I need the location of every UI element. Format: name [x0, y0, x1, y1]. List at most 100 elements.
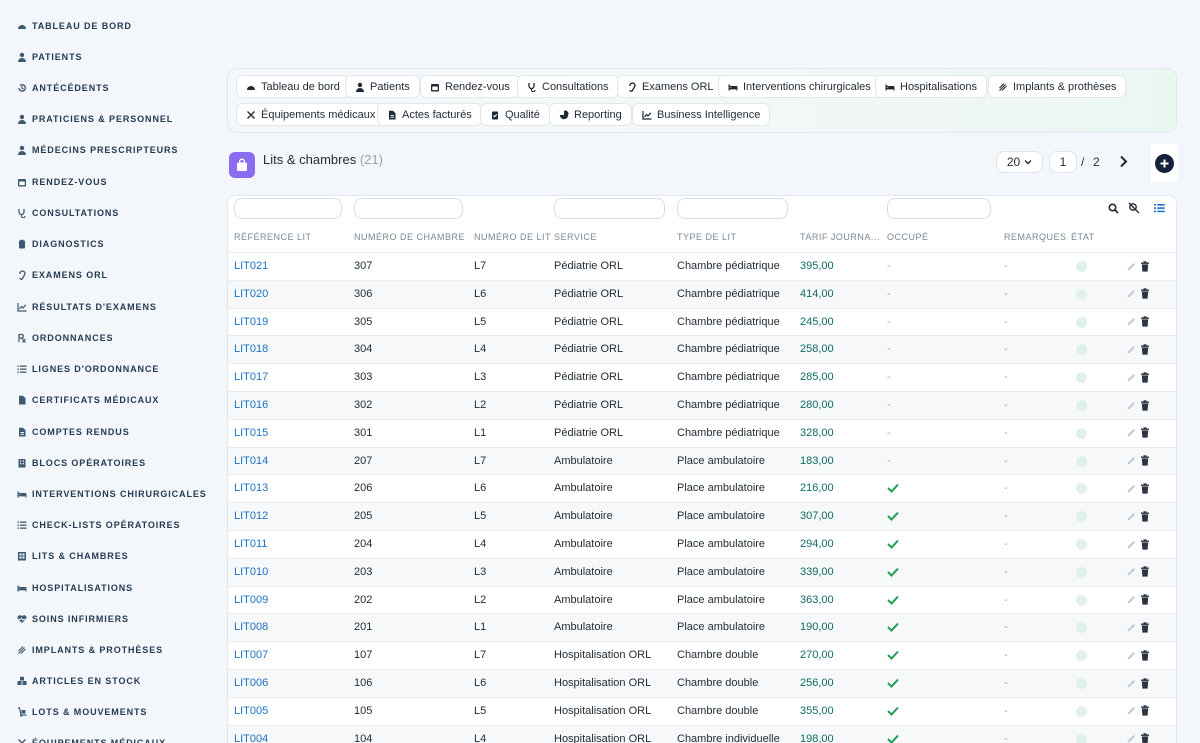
edit-icon[interactable]: [1125, 427, 1137, 439]
table-row[interactable]: LIT018 304 L4 Pédiatrie ORL Chambre pédiatri…: [228, 335, 1176, 364]
table-row[interactable]: LIT009 202 L2 Ambulatoire Place ambulatoire 3…: [228, 585, 1176, 614]
edit-icon[interactable]: [1125, 649, 1137, 661]
bed-reference-link[interactable]: LIT006: [234, 677, 268, 689]
table-row[interactable]: LIT012 205 L5 Ambulatoire Place ambulatoire 3…: [228, 502, 1176, 531]
edit-icon[interactable]: [1125, 733, 1137, 743]
delete-icon[interactable]: [1139, 510, 1151, 522]
module-chip-interventions-chirurgicales[interactable]: Interventions chirurgicales: [718, 75, 881, 98]
delete-icon[interactable]: [1139, 538, 1151, 550]
table-row[interactable]: LIT013 206 L6 Ambulatoire Place ambulatoire 2…: [228, 474, 1176, 503]
delete-icon[interactable]: [1139, 371, 1151, 383]
table-row[interactable]: LIT014 207 L7 Ambulatoire Place ambulatoire 1…: [228, 446, 1176, 475]
sidebar-item-blocs-op-ratoires[interactable]: BLOCS OPÉRATOIRES: [16, 453, 146, 473]
sidebar-item-ant-c-dents[interactable]: ANTÉCÉDENTS: [16, 78, 109, 98]
bed-reference-link[interactable]: LIT007: [234, 649, 268, 661]
bed-reference-link[interactable]: LIT008: [234, 621, 268, 633]
edit-icon[interactable]: [1125, 371, 1137, 383]
bed-reference-link[interactable]: LIT017: [234, 371, 268, 383]
bed-reference-link[interactable]: LIT015: [234, 427, 268, 439]
sidebar-item-diagnostics[interactable]: DIAGNOSTICS: [16, 234, 104, 254]
bed-reference-link[interactable]: LIT013: [234, 482, 268, 494]
column-header[interactable]: OCCUPÉ: [887, 232, 929, 242]
table-row[interactable]: LIT010 203 L3 Ambulatoire Place ambulatoire 3…: [228, 557, 1176, 586]
sidebar-item-lits-chambres[interactable]: LITS & CHAMBRES: [16, 546, 129, 566]
delete-icon[interactable]: [1139, 399, 1151, 411]
filter-reference-input[interactable]: [234, 198, 342, 219]
delete-icon[interactable]: [1139, 677, 1151, 689]
edit-icon[interactable]: [1125, 538, 1137, 550]
column-header[interactable]: TARIF JOURNA...: [800, 232, 880, 242]
bed-reference-link[interactable]: LIT011: [234, 538, 267, 550]
delete-icon[interactable]: [1139, 455, 1151, 467]
delete-icon[interactable]: [1139, 566, 1151, 578]
sidebar-item-quipements-m-dicaux[interactable]: ÉQUIPEMENTS MÉDICAUX: [16, 733, 166, 743]
sidebar-item-rendez-vous[interactable]: RENDEZ-VOUS: [16, 172, 107, 192]
sidebar-item-articles-en-stock[interactable]: ARTICLES EN STOCK: [16, 671, 141, 691]
delete-icon[interactable]: [1139, 316, 1151, 328]
sidebar-item-certificats-m-dicaux[interactable]: CERTIFICATS MÉDICAUX: [16, 390, 159, 410]
delete-icon[interactable]: [1139, 594, 1151, 606]
add-record-button[interactable]: [1155, 153, 1174, 173]
sidebar-item-interventions-chirurgicales[interactable]: INTERVENTIONS CHIRURGICALES: [16, 484, 207, 504]
edit-icon[interactable]: [1125, 566, 1137, 578]
module-chip-examens-orl[interactable]: Examens ORL: [617, 75, 724, 98]
edit-icon[interactable]: [1125, 343, 1137, 355]
clear-filter-icon[interactable]: [1127, 201, 1141, 215]
edit-icon[interactable]: [1125, 288, 1137, 300]
edit-icon[interactable]: [1125, 705, 1137, 717]
sidebar-item-tableau-de-bord[interactable]: TABLEAU DE BORD: [16, 16, 132, 36]
filter-service-input[interactable]: [554, 198, 665, 219]
bed-reference-link[interactable]: LIT021: [234, 260, 268, 272]
module-chip-hospitalisations[interactable]: Hospitalisations: [875, 75, 988, 98]
table-row[interactable]: LIT011 204 L4 Ambulatoire Place ambulatoire 2…: [228, 530, 1176, 558]
bed-reference-link[interactable]: LIT004: [234, 733, 268, 743]
sidebar-item-praticiens-personnel[interactable]: PRATICIENS & PERSONNEL: [16, 109, 173, 129]
delete-icon[interactable]: [1139, 427, 1151, 439]
sidebar-item-r-sultats-d-examens[interactable]: RÉSULTATS D'EXAMENS: [16, 297, 157, 317]
module-chip-reporting[interactable]: Reporting: [549, 103, 632, 126]
column-header[interactable]: NUMÉRO DE CHAMBRE: [354, 232, 465, 242]
edit-icon[interactable]: [1125, 316, 1137, 328]
delete-icon[interactable]: [1139, 621, 1151, 633]
delete-icon[interactable]: [1139, 343, 1151, 355]
table-row[interactable]: LIT004 104 L4 Hospitalisation ORL Chambre in…: [228, 724, 1176, 743]
delete-icon[interactable]: [1139, 733, 1151, 743]
sidebar-item-m-decins-prescripteurs[interactable]: MÉDECINS PRESCRIPTEURS: [16, 140, 178, 160]
bed-reference-link[interactable]: LIT014: [234, 455, 268, 467]
table-row[interactable]: LIT007 107 L7 Hospitalisation ORL Chambre do…: [228, 641, 1176, 670]
bed-reference-link[interactable]: LIT016: [234, 399, 268, 411]
edit-icon[interactable]: [1125, 399, 1137, 411]
delete-icon[interactable]: [1139, 260, 1151, 272]
table-row[interactable]: LIT008 201 L1 Ambulatoire Place ambulatoire 1…: [228, 613, 1176, 642]
table-row[interactable]: LIT019 305 L5 Pédiatrie ORL Chambre pédiatri…: [228, 307, 1176, 336]
column-header[interactable]: ÉTAT: [1071, 232, 1095, 242]
bed-reference-link[interactable]: LIT018: [234, 343, 268, 355]
delete-icon[interactable]: [1139, 649, 1151, 661]
sidebar-item-patients[interactable]: PATIENTS: [16, 47, 82, 67]
bed-reference-link[interactable]: LIT005: [234, 705, 268, 717]
table-row[interactable]: LIT017 303 L3 Pédiatrie ORL Chambre pédiatri…: [228, 363, 1176, 392]
module-chip-tableau-de-bord[interactable]: Tableau de bord: [236, 75, 350, 98]
bed-reference-link[interactable]: LIT010: [234, 566, 268, 578]
delete-icon[interactable]: [1139, 705, 1151, 717]
column-header[interactable]: RÉFÉRENCE LIT: [234, 232, 312, 242]
module-chip-equipements-medicaux[interactable]: Équipements médicaux: [236, 103, 386, 126]
table-row[interactable]: LIT020 306 L6 Pédiatrie ORL Chambre pédiatri…: [228, 279, 1176, 308]
search-icon[interactable]: [1106, 201, 1120, 215]
sidebar-item-implants-proth-ses[interactable]: IMPLANTS & PROTHÈSES: [16, 640, 163, 660]
module-chip-consultations[interactable]: Consultations: [517, 75, 619, 98]
filter-occupe-input[interactable]: [887, 198, 991, 219]
column-header[interactable]: SERVICE: [554, 232, 597, 242]
table-row[interactable]: LIT021 307 L7 Pédiatrie ORL Chambre pédiatri…: [228, 252, 1176, 280]
table-row[interactable]: LIT005 105 L5 Hospitalisation ORL Chambre do…: [228, 696, 1176, 725]
module-chip-actes-factures[interactable]: Actes facturés: [377, 103, 482, 126]
current-page-input[interactable]: 1: [1049, 151, 1077, 173]
bed-reference-link[interactable]: LIT009: [234, 594, 268, 606]
table-row[interactable]: LIT016 302 L2 Pédiatrie ORL Chambre pédiatri…: [228, 391, 1176, 419]
delete-icon[interactable]: [1139, 288, 1151, 300]
sidebar-item-soins-infirmiers[interactable]: SOINS INFIRMIERS: [16, 609, 129, 629]
delete-icon[interactable]: [1139, 482, 1151, 494]
column-header[interactable]: NUMÉRO DE LIT: [474, 232, 551, 242]
sidebar-item-check-lists-op-ratoires[interactable]: CHECK-LISTS OPÉRATOIRES: [16, 515, 180, 535]
edit-icon[interactable]: [1125, 482, 1137, 494]
